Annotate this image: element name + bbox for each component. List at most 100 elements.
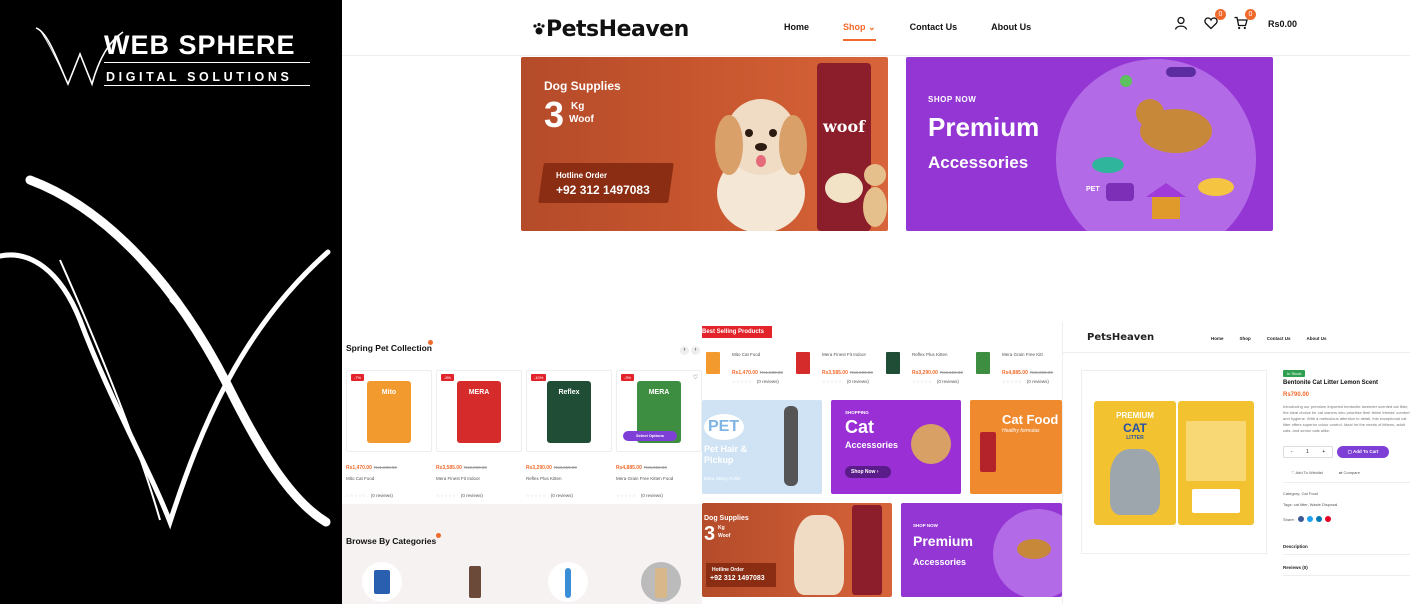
grey-cat-image bbox=[1110, 449, 1160, 515]
product-card[interactable]: -8% MERA Rs3,585.00 Rs3,900.00 Mera Finest F… bbox=[436, 370, 522, 500]
best-selling-item[interactable]: Reflex Plus Kitten Rs3,290.00 Rs3,650.00 ☆☆… bbox=[886, 350, 972, 384]
litter-bag-back bbox=[1178, 401, 1254, 525]
product-name[interactable]: Mera Grain Free Kitten Food bbox=[616, 476, 702, 481]
brand-divider bbox=[104, 62, 310, 63]
best-selling-item[interactable]: Mera Finest Fit Indoor Rs3,585.00 Rs3,900.… bbox=[796, 350, 882, 384]
best-item-name[interactable]: Mera Finest Fit Indoor bbox=[822, 352, 866, 357]
product-card[interactable]: -3% MERA Select Options ♡ Rs4,885.00 Rs5,050.… bbox=[616, 370, 702, 500]
carousel-next-button[interactable]: › bbox=[691, 346, 700, 355]
puppy-illustration bbox=[863, 164, 887, 227]
dog-illustration bbox=[715, 99, 807, 231]
facebook-icon[interactable] bbox=[1297, 516, 1304, 522]
qty-plus-button[interactable]: + bbox=[1322, 449, 1325, 455]
best-item-thumbnail[interactable] bbox=[976, 352, 990, 374]
discount-badge: -10% bbox=[531, 374, 547, 381]
product-name[interactable]: Reflex Plus Kitten bbox=[526, 476, 612, 481]
product-name[interactable]: Mera Finest Fit Indoor bbox=[436, 476, 522, 481]
category-circle[interactable] bbox=[548, 562, 588, 602]
best-item-reviews: (0 reviews) bbox=[936, 379, 959, 384]
paw-icon bbox=[533, 22, 545, 35]
nav-shop[interactable]: Shop ⌄ bbox=[843, 22, 876, 41]
promo-cat-sub: Accessories bbox=[845, 440, 899, 450]
category-circle[interactable] bbox=[641, 562, 681, 602]
carousel-prev-button[interactable]: ‹ bbox=[680, 346, 689, 355]
qty-value[interactable]: 1 bbox=[1306, 449, 1309, 455]
linkedin-icon[interactable] bbox=[1315, 516, 1322, 522]
mini-nav-contact[interactable]: Contact Us bbox=[1267, 336, 1291, 341]
review-count: (0 reviews) bbox=[640, 493, 663, 498]
mini-logo[interactable]: PetsHeaven bbox=[1087, 332, 1154, 343]
category-circle[interactable] bbox=[455, 562, 495, 602]
product-bag-image: MERA bbox=[457, 381, 501, 443]
pets-heaven-logo[interactable]: PetsHeaven bbox=[532, 12, 689, 46]
product-card[interactable]: -7% Mito Rs1,470.00 Rs1,580.00 Mito Cat Food… bbox=[346, 370, 432, 500]
best-selling-screenshot: Best Selling Products Mito Cat Food Rs1,4… bbox=[702, 322, 1062, 604]
banner-heading: Dog Supplies bbox=[544, 79, 621, 93]
rating-stars-icon: ☆☆☆☆☆ bbox=[526, 493, 547, 498]
mini-dog-banner[interactable]: Dog Supplies 3 Kg Woof Hotline Order +92… bbox=[702, 503, 892, 597]
wishlist-icon[interactable]: 0 bbox=[1204, 9, 1226, 32]
product-image[interactable]: -8% MERA bbox=[436, 370, 522, 452]
product-image[interactable]: -10% Reflex bbox=[526, 370, 612, 452]
promo-pet-sub: Pet Hair & Pickup bbox=[704, 444, 748, 465]
heart-icon[interactable]: ♡ bbox=[693, 374, 698, 381]
site-header: PetsHeaven Home Shop ⌄ Contact Us About … bbox=[342, 0, 1410, 56]
best-item-thumbnail[interactable] bbox=[706, 352, 720, 374]
product-image[interactable]: -3% MERA Select Options ♡ bbox=[616, 370, 702, 452]
mini-hotline-label: Hotline Order bbox=[712, 567, 744, 573]
best-selling-item[interactable]: Mito Cat Food Rs1,470.00 Rs1,580.00 ☆☆☆☆☆ (… bbox=[706, 350, 792, 384]
nav-about-us[interactable]: About Us bbox=[991, 22, 1031, 41]
cart-total[interactable]: Rs0.00 bbox=[1268, 19, 1297, 29]
title-dot-icon bbox=[436, 533, 441, 538]
pet-hair-promo[interactable]: PET Pet Hair & Pickup Extra Sticky Rolle… bbox=[702, 400, 822, 494]
nav-contact-us[interactable]: Contact Us bbox=[910, 22, 958, 41]
best-item-thumbnail[interactable] bbox=[886, 352, 900, 374]
cart-icon[interactable]: 0 bbox=[1234, 9, 1256, 32]
best-item-name[interactable]: Reflex Plus Kitten bbox=[912, 352, 948, 357]
mini-banner-heading: Dog Supplies bbox=[704, 515, 749, 522]
wishlist-label: Add To Wishlist bbox=[1295, 470, 1323, 475]
discount-badge: -7% bbox=[351, 374, 365, 381]
category-circle[interactable] bbox=[362, 562, 402, 602]
qty-minus-button[interactable]: - bbox=[1291, 449, 1293, 455]
mini-nav-about[interactable]: About Us bbox=[1307, 336, 1327, 341]
mini-acc-dog bbox=[1017, 539, 1051, 559]
title-dot-icon bbox=[428, 340, 433, 345]
tab-reviews[interactable]: Reviews (0) bbox=[1283, 565, 1308, 570]
cart-count-badge: 0 bbox=[1245, 9, 1256, 20]
tab-description[interactable]: Description bbox=[1283, 544, 1308, 549]
bag-label: Mito bbox=[381, 389, 397, 396]
add-to-wishlist-link[interactable]: ♡ Add To Wishlist bbox=[1291, 470, 1323, 475]
product-price: Rs3,585.00 bbox=[436, 465, 462, 471]
mini-dog-image bbox=[794, 515, 844, 595]
best-item-thumbnail[interactable] bbox=[796, 352, 810, 374]
mini-accessories-banner[interactable]: SHOP NOW Premium Accessories bbox=[901, 503, 1062, 597]
discount-badge: -8% bbox=[441, 374, 455, 381]
rating-stars-icon: ☆☆☆☆☆ bbox=[1002, 379, 1023, 384]
dog-supplies-banner[interactable]: Dog Supplies 3 Kg Woof Hotline Order +92… bbox=[521, 57, 888, 231]
mera-bag-image bbox=[980, 432, 996, 472]
mini-acc-sub: Accessories bbox=[913, 557, 967, 567]
pinterest-icon[interactable] bbox=[1324, 516, 1331, 522]
twitter-icon[interactable] bbox=[1306, 516, 1313, 522]
banner-qty-label: Woof bbox=[569, 114, 594, 125]
best-item-name[interactable]: Mito Cat Food bbox=[732, 352, 760, 357]
promo-cat-shop-button[interactable]: Shop Now › bbox=[845, 466, 891, 478]
cat-food-promo[interactable]: Cat Food Healthy formulas bbox=[970, 400, 1062, 494]
account-icon[interactable] bbox=[1174, 16, 1190, 32]
best-item-name[interactable]: Mera Grain Free Kitt bbox=[1002, 352, 1043, 357]
compare-link[interactable]: ⇄ Compare bbox=[1339, 470, 1360, 475]
product-name[interactable]: Mito Cat Food bbox=[346, 476, 432, 481]
add-to-cart-button[interactable]: ▢ Add To Cart bbox=[1337, 446, 1389, 458]
chevron-down-icon: ⌄ bbox=[868, 22, 876, 32]
best-selling-item[interactable]: Mera Grain Free Kitt Rs4,885.00 Rs5,050.00… bbox=[976, 350, 1062, 384]
cat-accessories-promo[interactable]: SHOPPING Cat Accessories Shop Now › bbox=[831, 400, 961, 494]
mini-nav-home[interactable]: Home bbox=[1211, 336, 1224, 341]
quantity-stepper[interactable]: - 1 + bbox=[1283, 446, 1333, 458]
premium-accessories-banner[interactable]: SHOP NOW Premium Accessories PET bbox=[906, 57, 1273, 231]
select-options-button[interactable]: Select Options bbox=[623, 431, 677, 441]
product-card[interactable]: -10% Reflex Rs3,290.00 Rs3,650.00 Reflex Plu… bbox=[526, 370, 612, 500]
mini-nav-shop[interactable]: Shop bbox=[1240, 336, 1251, 341]
nav-home[interactable]: Home bbox=[784, 22, 809, 41]
product-image[interactable]: -7% Mito bbox=[346, 370, 432, 452]
